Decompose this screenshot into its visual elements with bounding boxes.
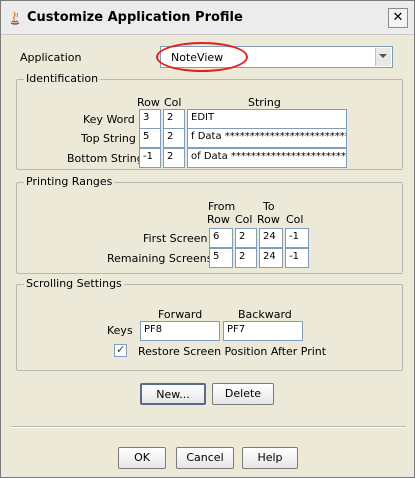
from-col-header: Col [235,213,253,226]
restore-screen-position-label: Restore Screen Position After Print [138,345,327,358]
from-header: From [208,200,236,213]
window-title: Customize Application Profile [27,10,243,25]
backward-header: Backward [238,308,292,321]
checkmark-icon: ✓ [116,343,126,356]
backward-key-field[interactable]: PF7 [223,321,303,341]
scrolling-settings-group-title: Scrolling Settings [24,277,124,290]
dropdown-button[interactable] [375,48,391,66]
key-word-string-field[interactable]: EDIT [187,109,347,129]
cancel-button[interactable]: Cancel [176,447,234,469]
identification-string-header: String [248,96,281,109]
remaining-screens-from-row-field[interactable]: 5 [209,248,233,268]
remaining-screens-to-col-field[interactable]: -1 [285,248,309,268]
to-header: To [263,200,275,213]
first-screen-from-row-field[interactable]: 6 [209,228,233,248]
bottom-string-label: Bottom String [67,152,144,165]
bottom-string-col-field[interactable]: 2 [163,148,185,168]
application-label: Application [20,51,82,64]
chevron-down-icon [379,54,387,58]
first-screen-from-col-field[interactable]: 2 [235,228,257,248]
forward-key-field[interactable]: PF8 [140,321,220,341]
first-screen-to-col-field[interactable]: -1 [285,228,309,248]
restore-screen-position-checkbox[interactable]: ✓ [114,343,127,357]
first-screen-to-row-field[interactable]: 24 [259,228,283,248]
close-button[interactable]: ✕ [388,8,408,28]
key-word-label: Key Word [83,113,135,126]
top-string-row-field[interactable]: 5 [139,128,161,148]
delete-button[interactable]: Delete [212,383,274,405]
printing-ranges-group-title: Printing Ranges [24,175,115,188]
top-string-col-field[interactable]: 2 [163,128,185,148]
identification-col-header: Col [164,96,182,109]
key-word-col-field[interactable]: 2 [163,109,185,129]
key-word-row-field[interactable]: 3 [139,109,161,129]
to-row-header: Row [257,213,280,226]
identification-row-header: Row [137,96,160,109]
forward-header: Forward [158,308,203,321]
help-button[interactable]: Help [242,447,298,469]
customize-application-profile-dialog: Customize Application Profile ✕ Applicat… [0,0,415,478]
top-string-string-field[interactable]: f Data ****************************** [187,128,347,148]
bottom-string-row-field[interactable]: -1 [139,148,161,168]
close-icon: ✕ [392,10,404,25]
highlight-ellipse [156,42,248,72]
top-string-label: Top String [81,132,136,145]
new-button[interactable]: New... [140,383,206,405]
remaining-screens-label: Remaining Screens [107,252,213,265]
first-screen-label: First Screen [143,232,208,245]
footer-separator [11,426,406,428]
bottom-string-string-field[interactable]: of Data **************************** [187,148,347,168]
remaining-screens-to-row-field[interactable]: 24 [259,248,283,268]
from-row-header: Row [207,213,230,226]
java-app-icon [10,11,20,25]
identification-group-title: Identification [24,72,101,85]
remaining-screens-from-col-field[interactable]: 2 [235,248,257,268]
keys-label: Keys [107,324,133,337]
ok-button[interactable]: OK [118,447,166,469]
title-bar[interactable]: Customize Application Profile ✕ [1,1,414,35]
to-col-header: Col [286,213,304,226]
